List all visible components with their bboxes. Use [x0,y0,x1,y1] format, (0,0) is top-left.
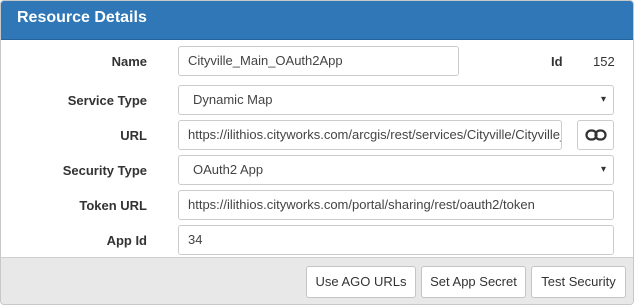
url-label: URL [120,128,147,143]
link-icon [584,129,607,141]
id-value: 152 [593,54,615,69]
service-type-label: Service Type [67,93,147,108]
chevron-down-icon: ▾ [600,164,606,175]
security-type-label: Security Type [62,163,147,178]
service-type-select[interactable]: Dynamic Map ▾ [178,85,614,115]
service-type-value: Dynamic Map [193,92,273,107]
id-label: Id [551,54,563,69]
name-label: Name [111,54,147,69]
app-id-label: App Id [106,233,147,248]
security-type-select[interactable]: OAuth2 App ▾ [178,155,614,185]
use-ago-urls-button[interactable]: Use AGO URLs [306,266,416,298]
token-url-input[interactable]: https://ilithios.cityworks.com/portal/sh… [178,190,614,220]
panel-footer: Use AGO URLs Set App Secret Test Securit… [1,257,633,304]
test-security-button[interactable]: Test Security [531,266,626,298]
name-input[interactable]: Cityville_Main_OAuth2App [178,46,459,76]
set-app-secret-button[interactable]: Set App Secret [421,266,526,298]
panel-title: Resource Details [17,9,147,26]
token-url-label: Token URL [79,198,147,213]
link-url-button[interactable] [577,120,614,150]
url-input[interactable]: https://ilithios.cityworks.com/arcgis/re… [178,120,562,150]
resource-details-panel: Resource Details Name Cityville_Main_OAu… [0,0,634,305]
chevron-down-icon: ▾ [600,94,606,105]
security-type-value: OAuth2 App [193,162,264,177]
app-id-input[interactable]: 34 [178,225,614,255]
panel-header: Resource Details [1,1,633,40]
